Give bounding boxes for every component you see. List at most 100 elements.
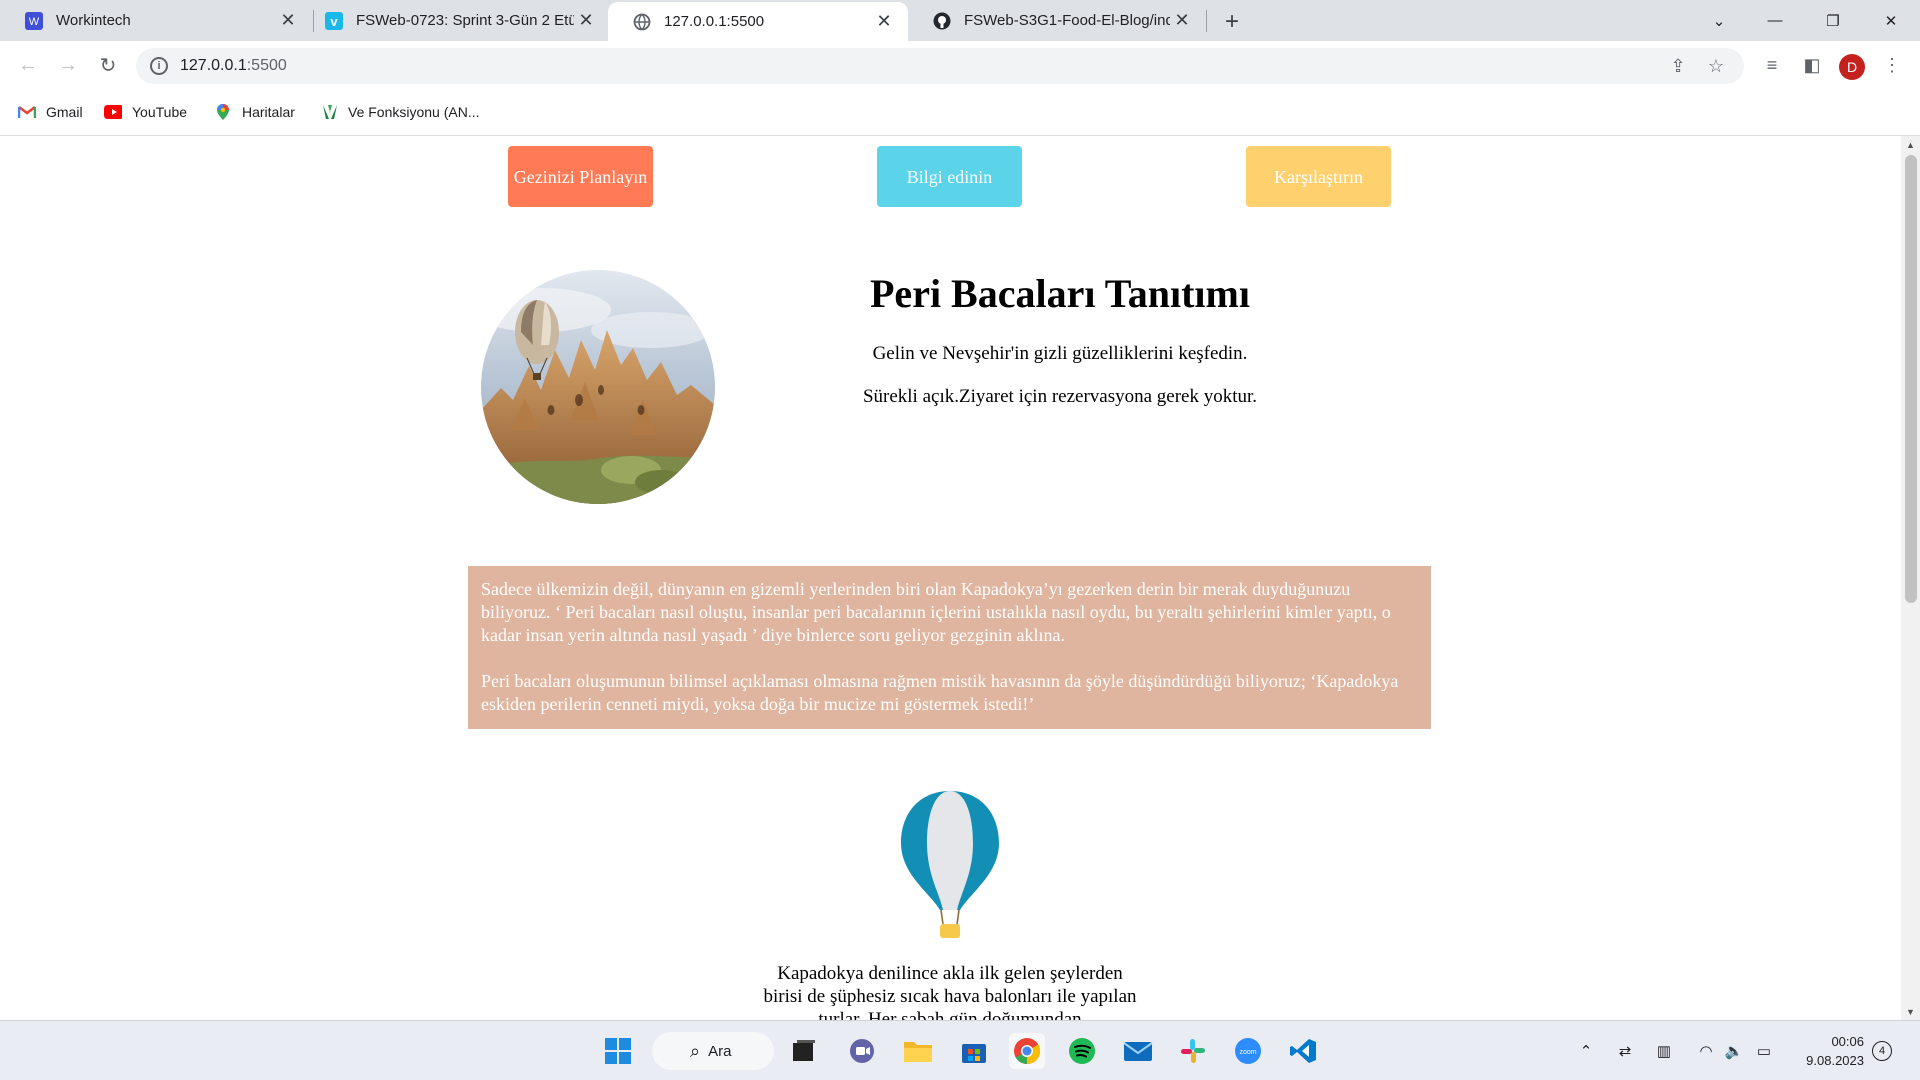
teams-chat-icon[interactable] <box>844 1033 880 1069</box>
app-tray-icon[interactable]: ▥ <box>1652 1041 1676 1061</box>
reading-list-icon[interactable]: ≡ <box>1760 53 1784 77</box>
search-label: Ara <box>708 1042 732 1060</box>
plan-trip-button[interactable]: Gezinizi Planlayın <box>508 146 653 207</box>
wifi-icon[interactable]: ◠ <box>1694 1041 1718 1061</box>
close-icon[interactable]: ✕ <box>1170 9 1194 33</box>
forward-button[interactable]: → <box>52 49 84 81</box>
mail-icon[interactable] <box>1120 1033 1156 1069</box>
tab-github[interactable]: FSWeb-S3G1-Food-El-Blog/index ✕ <box>908 0 1206 41</box>
tab-divider <box>1206 10 1207 32</box>
side-panel-icon[interactable]: ◧ <box>1800 53 1824 77</box>
chevron-down-icon: ⌄ <box>1712 12 1726 30</box>
balloon-paragraph: Kapadokya denilince akla ilk gelen şeyle… <box>763 963 1137 1020</box>
task-view-icon[interactable] <box>786 1033 822 1069</box>
scroll-up-icon[interactable]: ▲ <box>1901 136 1920 153</box>
page-subtitle: Gelin ve Nevşehir'in gizli güzelliklerin… <box>872 343 1248 364</box>
address-url[interactable]: 127.0.0.1:5500 <box>180 57 287 75</box>
bookmark-gmail[interactable]: Gmail <box>18 101 83 123</box>
workintech-icon: W <box>24 11 44 31</box>
learn-more-button[interactable]: Bilgi edinin <box>877 146 1022 207</box>
avatar[interactable]: D <box>1839 54 1865 80</box>
star-icon[interactable]: ☆ <box>1704 54 1728 78</box>
new-tab-button[interactable]: + <box>1218 8 1246 36</box>
tab-search-button[interactable]: ⌄ <box>1690 0 1748 41</box>
page-title: Peri Bacaları Tanıtımı <box>870 271 1250 316</box>
url-host: 127.0.0.1 <box>180 57 247 74</box>
minimize-button[interactable]: — <box>1746 0 1804 41</box>
bookmark-label: Ve Fonksiyonu (AN... <box>348 104 480 120</box>
cappadocia-image <box>481 270 715 504</box>
back-button[interactable]: ← <box>12 49 44 81</box>
tab-title: Workintech <box>56 12 131 29</box>
scroll-down-icon[interactable]: ▼ <box>1901 1003 1920 1020</box>
svg-text:zoom: zoom <box>1239 1049 1256 1056</box>
minimize-icon: — <box>1767 12 1783 29</box>
bookmark-sheet[interactable]: Ve Fonksiyonu (AN... <box>320 101 480 123</box>
tab-localhost[interactable]: 127.0.0.1:5500 ✕ <box>608 2 908 41</box>
taskbar: ⌕ Ara zoom ⌃ ⇄ ▥ ◠ 🔈 ▭ 00:06 9.08.2023 4 <box>0 1020 1920 1080</box>
hot-air-balloon-icon <box>895 788 1005 943</box>
svg-text:W: W <box>29 16 40 28</box>
bookmark-label: Haritalar <box>242 104 295 120</box>
close-icon[interactable]: ✕ <box>872 10 896 34</box>
zoom-icon[interactable]: zoom <box>1230 1033 1266 1069</box>
page-scrollbar[interactable]: ▲ ▼ <box>1901 136 1920 1020</box>
microsoft-store-icon[interactable] <box>956 1033 992 1069</box>
reload-button[interactable]: ↻ <box>92 49 124 81</box>
slack-icon[interactable] <box>1175 1033 1211 1069</box>
bookmark-label: YouTube <box>132 104 188 120</box>
tab-workintech[interactable]: W Workintech ✕ <box>0 0 312 41</box>
vscode-icon[interactable] <box>1285 1033 1321 1069</box>
tab-title: FSWeb-S3G1-Food-El-Blog/index <box>964 12 1170 29</box>
story-paragraph: Sadece ülkemizin değil, dünyanın en gize… <box>481 579 1391 645</box>
tab-title: FSWeb-0723: Sprint 3-Gün 2 Etüt <box>356 12 574 29</box>
github-icon <box>932 11 952 31</box>
arrow-right-icon: → <box>58 53 78 76</box>
gmail-icon <box>18 104 36 120</box>
battery-icon[interactable]: ▭ <box>1752 1041 1776 1061</box>
notification-badge[interactable]: 4 <box>1872 1041 1892 1061</box>
bookmarks-bar: Gmail YouTube Haritalar Ve Fonksiyonu (A… <box>0 89 1920 136</box>
search-icon: ⌕ <box>690 1040 701 1061</box>
menu-icon[interactable]: ⋮ <box>1880 53 1904 77</box>
close-icon: ✕ <box>1884 12 1898 30</box>
address-bar[interactable]: i 127.0.0.1:5500 ⇪ ☆ <box>136 48 1744 84</box>
story-paragraph: Peri bacaları oluşumunun bilimsel açıkla… <box>481 671 1399 714</box>
chrome-icon[interactable] <box>1009 1033 1045 1069</box>
taskbar-search[interactable]: ⌕ Ara <box>652 1032 774 1070</box>
file-explorer-icon[interactable] <box>900 1033 936 1069</box>
svg-text:v: v <box>330 14 338 29</box>
tab-title: 127.0.0.1:5500 <box>664 13 765 30</box>
opening-note: Sürekli açık.Ziyaret için rezervasyona g… <box>862 386 1258 407</box>
tab-fsweb-sprint[interactable]: v FSWeb-0723: Sprint 3-Gün 2 Etüt ✕ <box>300 0 610 41</box>
arrow-left-icon: ← <box>18 53 38 76</box>
youtube-icon <box>104 104 122 120</box>
volume-icon[interactable]: 🔈 <box>1722 1041 1746 1061</box>
story-box: Sadece ülkemizin değil, dünyanın en gize… <box>468 566 1431 729</box>
bookmark-maps[interactable]: Haritalar <box>214 101 295 123</box>
reload-icon: ↻ <box>99 54 117 77</box>
spotify-icon[interactable] <box>1064 1033 1100 1069</box>
clock-time: 00:06 <box>1831 1034 1864 1049</box>
close-icon[interactable]: ✕ <box>276 9 300 33</box>
info-icon[interactable]: i <box>150 57 168 75</box>
network-transfer-icon[interactable]: ⇄ <box>1613 1041 1637 1061</box>
scrollbar-thumb[interactable] <box>1905 155 1917 603</box>
show-hidden-icons[interactable]: ⌃ <box>1574 1041 1598 1061</box>
restore-icon: ❐ <box>1826 12 1840 30</box>
bookmark-youtube[interactable]: YouTube <box>104 101 187 123</box>
clock-date: 9.08.2023 <box>1806 1053 1864 1068</box>
maps-icon <box>214 104 232 120</box>
sheets-icon <box>320 104 338 120</box>
restore-button[interactable]: ❐ <box>1804 0 1862 41</box>
bookmark-label: Gmail <box>46 104 83 120</box>
close-window-button[interactable]: ✕ <box>1862 0 1920 41</box>
system-clock[interactable]: 00:06 9.08.2023 <box>1784 1032 1864 1070</box>
tab-strip: W Workintech ✕ v FSWeb-0723: Sprint 3-Gü… <box>0 0 1920 41</box>
share-icon[interactable]: ⇪ <box>1666 54 1690 78</box>
compare-button[interactable]: Karşılaştırın <box>1246 146 1391 207</box>
globe-icon <box>632 12 652 32</box>
windows-start-icon[interactable] <box>600 1033 636 1069</box>
page-viewport: Gezinizi Planlayın Bilgi edinin Karşılaş… <box>0 136 1901 1020</box>
close-icon[interactable]: ✕ <box>574 9 598 33</box>
